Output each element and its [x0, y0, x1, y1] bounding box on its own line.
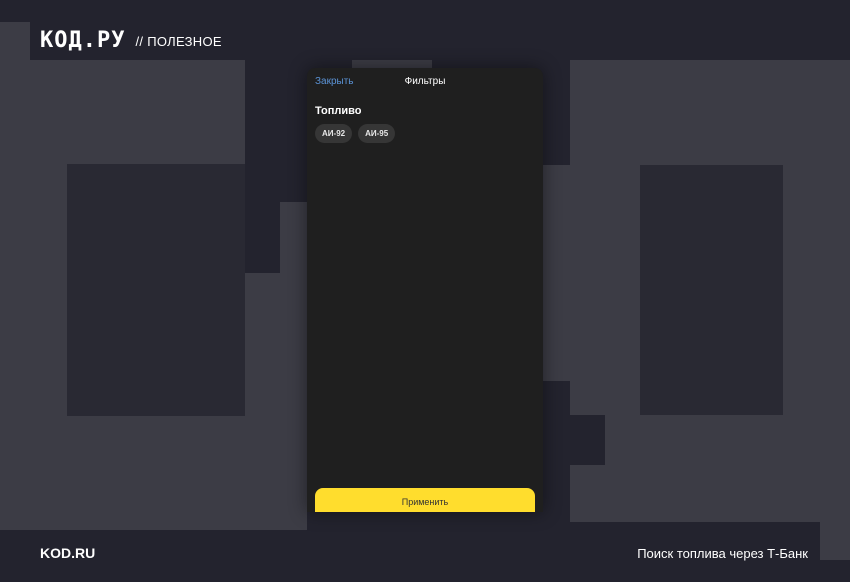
bg-block [543, 309, 570, 381]
bg-block [280, 202, 307, 273]
page: КОД.РУ // ПОЛЕЗНОЕ Закрыть Фильтры Топли… [0, 0, 850, 582]
fuel-chip-ai92[interactable]: АИ-92 [315, 124, 353, 143]
bg-block [605, 237, 640, 415]
bg-block [570, 60, 850, 165]
bg-block [245, 273, 307, 345]
footer-site-name: KOD.RU [40, 545, 96, 561]
bg-block [820, 522, 850, 560]
sheet-topbar: Закрыть Фильтры [307, 68, 543, 98]
bg-block [543, 237, 605, 309]
bg-block [543, 165, 640, 237]
fuel-chip-ai95[interactable]: АИ-95 [358, 124, 396, 143]
bg-block [67, 164, 245, 416]
bg-block [605, 415, 783, 522]
brand: КОД.РУ // ПОЛЕЗНОЕ [40, 28, 222, 54]
bg-block [67, 416, 307, 530]
bg-block [570, 309, 605, 415]
filters-sheet: Закрыть Фильтры Топливо АИ-92 АИ-95 Прим… [307, 68, 543, 512]
fuel-chip-group: АИ-92 АИ-95 [315, 124, 396, 143]
bg-block [640, 165, 783, 415]
sheet-title: Фильтры [404, 76, 446, 87]
bg-block [570, 465, 605, 522]
fuel-heading: Топливо [315, 105, 362, 117]
footer-article-title: Поиск топлива через Т-Банк [637, 546, 808, 561]
bg-block [783, 165, 850, 522]
apply-button[interactable]: Применить [315, 488, 535, 512]
section-label: // ПОЛЕЗНОЕ [135, 33, 222, 49]
logo[interactable]: КОД.РУ [40, 28, 125, 54]
bg-block [30, 60, 245, 164]
bg-block [30, 164, 67, 530]
bg-block [280, 452, 307, 530]
bg-block [0, 22, 30, 530]
